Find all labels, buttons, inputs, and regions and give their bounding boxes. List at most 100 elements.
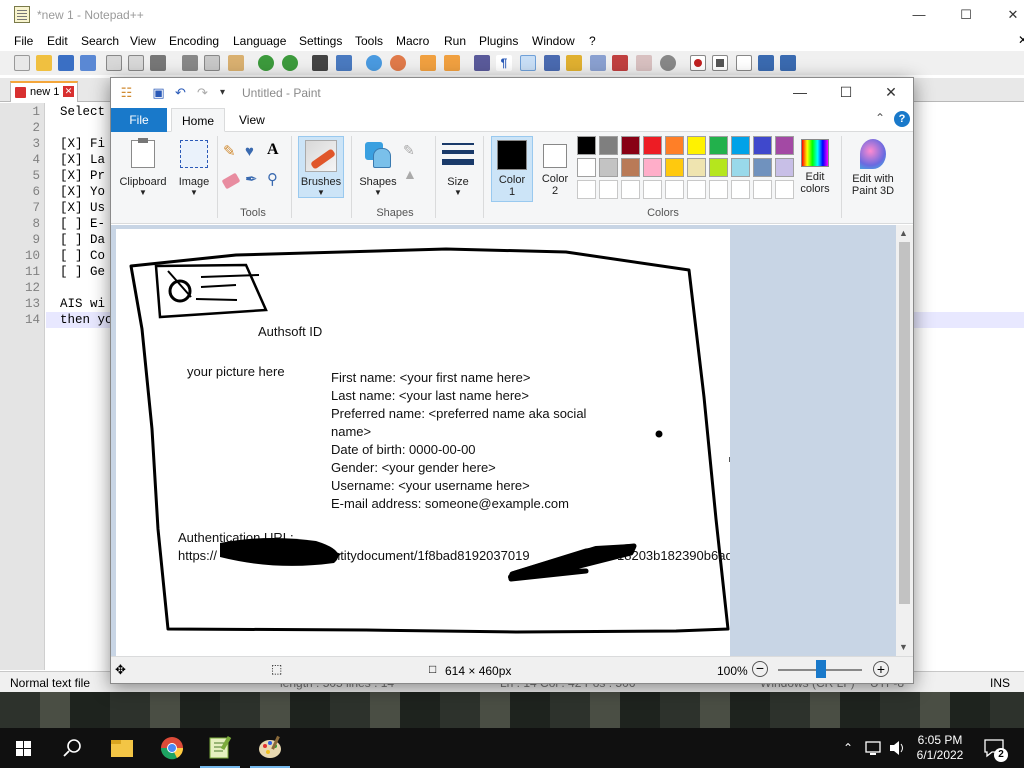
edit-paint3d-button[interactable]: Edit with Paint 3D [845,136,901,202]
save-all-icon[interactable] [80,55,96,71]
save-icon[interactable] [58,55,74,71]
paint-canvas[interactable]: Authsoft ID your picture here First name… [116,229,730,660]
playback-icon[interactable] [736,55,752,71]
function-list-icon[interactable] [590,55,606,71]
color1-button[interactable]: Color 1 [491,136,533,202]
palette-swatch[interactable] [687,136,706,155]
show-all-chars-icon[interactable]: ¶ [496,55,512,71]
palette-swatch[interactable] [687,158,706,177]
start-button[interactable] [0,728,48,768]
zoom-out-button[interactable]: − [752,661,768,677]
pencil-icon[interactable]: ✎ [223,144,239,160]
custom-color-slot[interactable] [775,180,794,199]
paint-close-icon[interactable]: ✕ [868,81,913,105]
scroll-down-icon[interactable]: ▼ [899,642,908,652]
menu-tools[interactable]: Tools [355,34,383,48]
menu-macro[interactable]: Macro [396,34,429,48]
volume-icon[interactable] [886,728,908,768]
magnifier-icon[interactable]: ⚲ [267,172,283,188]
sync-horizontal-icon[interactable] [444,55,460,71]
palette-swatch[interactable] [621,136,640,155]
quick-redo-icon[interactable]: ↷ [195,85,210,100]
custom-color-slot[interactable] [621,180,640,199]
menu-encoding[interactable]: Encoding [169,34,219,48]
close-file-icon[interactable] [106,55,122,71]
network-icon[interactable] [862,728,884,768]
zoom-slider-thumb[interactable] [816,660,826,678]
paint-minimize-icon[interactable]: — [777,81,823,105]
canvas-resize-handle[interactable] [729,457,730,462]
stop-record-icon[interactable] [712,55,728,71]
tab-home[interactable]: Home [171,108,226,132]
tab-close-icon[interactable]: ✕ [63,86,74,97]
paint-vertical-scrollbar[interactable]: ▲ ▼ [896,225,913,656]
shape-fill-icon[interactable]: ▲ [403,166,419,182]
customize-qat-icon[interactable]: ▾ [215,85,230,100]
paint-title-bar[interactable]: ☷ ▣ ↶ ↷ ▾ Untitled - Paint — ☐ ✕ [111,78,913,108]
undo-icon[interactable] [258,55,274,71]
save-macro-icon[interactable] [780,55,796,71]
paint-maximize-icon[interactable]: ☐ [823,81,869,105]
tab-view[interactable]: View [229,108,275,132]
eraser-icon[interactable] [221,172,241,190]
custom-color-slot[interactable] [665,180,684,199]
notepadpp-title-bar[interactable]: *new 1 - Notepad++ — ☐ ✕ [0,0,1024,30]
menu-search[interactable]: Search [81,34,119,48]
custom-color-slot[interactable] [687,180,706,199]
quick-undo-icon[interactable]: ↶ [173,85,188,100]
minimize-icon[interactable]: — [896,4,942,28]
copy-icon[interactable] [204,55,220,71]
paint-window[interactable]: ☷ ▣ ↶ ↷ ▾ Untitled - Paint — ☐ ✕ File Ho… [110,77,914,684]
run-macro-multiple-icon[interactable] [758,55,774,71]
palette-swatch[interactable] [599,136,618,155]
print-icon[interactable] [150,55,166,71]
indent-guide-icon[interactable] [520,55,536,71]
palette-swatch[interactable] [775,158,794,177]
close-all-icon[interactable] [128,55,144,71]
replace-icon[interactable] [336,55,352,71]
custom-color-slot[interactable] [731,180,750,199]
zoom-in-icon[interactable] [366,55,382,71]
menu-close-icon[interactable]: ✕ [1018,33,1024,47]
search-button[interactable] [48,728,96,768]
clock[interactable]: 6:05 PM 6/1/2022 [910,728,970,768]
maximize-icon[interactable]: ☐ [943,4,989,28]
find-icon[interactable] [312,55,328,71]
cut-icon[interactable] [182,55,198,71]
palette-swatch[interactable] [665,158,684,177]
palette-swatch[interactable] [577,136,596,155]
color2-button[interactable]: Color 2 [537,136,573,202]
size-button[interactable]: Size ▼ [439,136,477,202]
menu-file[interactable]: File [14,34,33,48]
menu-run[interactable]: Run [444,34,466,48]
palette-swatch[interactable] [577,158,596,177]
edit-colors-button[interactable]: Edit colors [795,136,835,202]
menu-language[interactable]: Language [233,34,286,48]
close-icon[interactable]: ✕ [990,4,1024,28]
palette-swatch[interactable] [599,158,618,177]
palette-swatch[interactable] [753,158,772,177]
taskbar-file-explorer[interactable] [98,728,146,768]
help-icon[interactable]: ? [894,111,910,127]
quick-save-icon[interactable]: ▣ [151,85,166,100]
menu-settings[interactable]: Settings [299,34,342,48]
redo-icon[interactable] [282,55,298,71]
fill-icon[interactable]: ♥ [245,144,261,160]
folder-workspace-icon[interactable] [612,55,628,71]
record-macro-icon[interactable] [660,55,676,71]
palette-swatch[interactable] [621,158,640,177]
udl-icon[interactable] [544,55,560,71]
clipboard-button[interactable]: Clipboard ▼ [115,136,171,202]
palette-swatch[interactable] [709,158,728,177]
doc-map-icon[interactable] [566,55,582,71]
palette-swatch[interactable] [731,136,750,155]
paint-app-icon[interactable]: ☷ [119,85,134,100]
palette-swatch[interactable] [643,136,662,155]
text-icon[interactable]: A [267,142,283,158]
palette-swatch[interactable] [753,136,772,155]
taskbar-chrome[interactable] [148,728,196,768]
shapes-button[interactable]: Shapes ▼ [355,136,401,202]
sync-vertical-icon[interactable] [420,55,436,71]
custom-color-slot[interactable] [599,180,618,199]
open-file-icon[interactable] [36,55,52,71]
